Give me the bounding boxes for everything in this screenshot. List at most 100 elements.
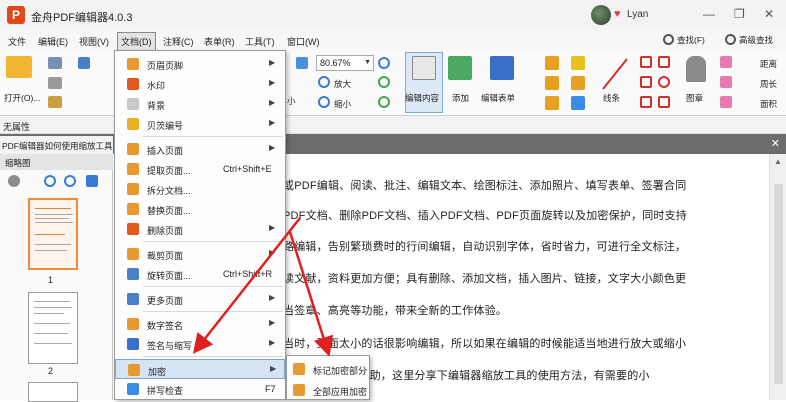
thumbnail-panel: 缩略图 1 2 bbox=[0, 154, 113, 402]
edit-content-icon bbox=[412, 56, 436, 80]
close-button[interactable]: ✕ bbox=[764, 7, 774, 21]
edit-form-label[interactable]: 编辑表单 bbox=[481, 92, 515, 104]
eraser-icon[interactable] bbox=[720, 56, 732, 68]
menu-item-split-document[interactable]: 拆分文档... bbox=[115, 179, 285, 199]
advanced-search-label[interactable]: 高级查找 bbox=[739, 34, 773, 46]
select-icon[interactable] bbox=[296, 57, 308, 69]
menu-item-extract-pages[interactable]: 提取页面... Ctrl+Shift+E bbox=[115, 159, 285, 179]
advanced-search-icon[interactable] bbox=[725, 34, 736, 45]
submenu-item-apply-all-encrypt[interactable]: 全部应用加密 bbox=[287, 380, 369, 400]
menu-item-delete-pages[interactable]: 删除页面 ▶ bbox=[115, 219, 285, 239]
find-label[interactable]: 查找(F) bbox=[677, 34, 705, 46]
rotate-right-icon[interactable] bbox=[378, 96, 390, 108]
zoom-in-icon[interactable] bbox=[318, 76, 330, 88]
search-icon[interactable] bbox=[663, 34, 674, 45]
thumbnail-page-3[interactable] bbox=[28, 382, 78, 402]
pencil-tool-icon[interactable] bbox=[640, 76, 652, 88]
line-label[interactable]: 线条 bbox=[603, 92, 620, 104]
ellipse-tool-icon[interactable] bbox=[658, 76, 670, 88]
cloud-tool-icon[interactable] bbox=[640, 96, 652, 108]
menu-item-bates-numbering[interactable]: 贝茨编号 ▶ bbox=[115, 114, 285, 134]
menu-item-digital-signature[interactable]: 数字签名 ▶ bbox=[115, 314, 285, 334]
window-title: 金舟PDF编辑器4.0.3 bbox=[31, 12, 133, 24]
zoom-in-label[interactable]: 放大 bbox=[334, 78, 351, 90]
menu-item-spell-check[interactable]: 拼写检查 F7 bbox=[115, 379, 285, 399]
document-tab[interactable]: PDF编辑器如何使用缩放工具.pdf bbox=[0, 136, 113, 154]
submenu-item-mark-encrypt[interactable]: 标记加密部分 bbox=[287, 359, 369, 379]
menu-item-crop-pages[interactable]: 裁剪页面 ▶ bbox=[115, 244, 285, 264]
thumbnail-page-1[interactable] bbox=[28, 198, 78, 270]
typewriter-icon[interactable] bbox=[545, 96, 559, 110]
menu-view[interactable]: 视图(V) bbox=[79, 35, 109, 48]
highlight-icon[interactable] bbox=[720, 76, 732, 88]
distance-label[interactable]: 距离 bbox=[760, 58, 777, 70]
area-label[interactable]: 面积 bbox=[760, 98, 777, 110]
menu-edit[interactable]: 编辑(E) bbox=[38, 35, 68, 48]
save-icon[interactable] bbox=[48, 57, 62, 69]
stamp-icon[interactable] bbox=[686, 56, 706, 82]
menu-item-background[interactable]: 背景 ▶ bbox=[115, 94, 285, 114]
line-tool-icon[interactable] bbox=[600, 56, 630, 92]
menu-item-encrypt[interactable]: 加密 ▶ bbox=[115, 359, 285, 379]
thumbnail-toolbar bbox=[0, 170, 113, 194]
menu-item-sign-initials[interactable]: 签名与缩写 ▶ bbox=[115, 334, 285, 354]
zoom-out-label[interactable]: 缩小 bbox=[334, 98, 351, 110]
thumbnail-header: 缩略图 bbox=[0, 154, 113, 170]
add-label[interactable]: 添加 bbox=[452, 92, 469, 104]
vertical-scrollbar[interactable]: ▲ bbox=[769, 154, 786, 400]
callout-tool-icon[interactable] bbox=[571, 76, 585, 90]
sign-initials-icon bbox=[127, 338, 139, 350]
open-folder-icon[interactable] bbox=[6, 56, 32, 78]
arrow-tool-icon[interactable] bbox=[640, 56, 652, 68]
strikeout-icon[interactable] bbox=[720, 96, 732, 108]
menu-item-more-pages[interactable]: 更多页面 ▶ bbox=[115, 289, 285, 309]
menu-separator bbox=[143, 241, 283, 242]
zoom-select[interactable]: 80.67% ▼ bbox=[316, 55, 374, 71]
menu-item-insert-page[interactable]: 插入页面 ▶ bbox=[115, 139, 285, 159]
rotate-left-icon[interactable] bbox=[378, 76, 390, 88]
text-tool-icon[interactable] bbox=[545, 56, 559, 70]
add-image-icon[interactable] bbox=[448, 56, 472, 80]
perimeter-label[interactable]: 周长 bbox=[760, 78, 777, 90]
open-button-label[interactable]: 打开(O)... bbox=[4, 92, 40, 104]
share-icon[interactable] bbox=[48, 96, 62, 108]
rotate-pages-icon bbox=[127, 268, 139, 280]
menu-form[interactable]: 表单(R) bbox=[204, 35, 235, 48]
menu-comment[interactable]: 注释(C) bbox=[163, 35, 194, 48]
polygon-tool-icon[interactable] bbox=[658, 96, 670, 108]
zoom-in-circle-icon[interactable] bbox=[378, 57, 390, 69]
user-name[interactable]: Lyan bbox=[627, 9, 648, 20]
thumbnail-page-2[interactable] bbox=[28, 292, 78, 364]
menu-item-watermark[interactable]: 水印 ▶ bbox=[115, 74, 285, 94]
thumb-rotate-icon[interactable] bbox=[86, 175, 98, 187]
thumb-zoom-out-icon[interactable] bbox=[64, 175, 76, 187]
avatar[interactable] bbox=[591, 5, 611, 25]
print-icon[interactable] bbox=[48, 77, 62, 89]
menu-separator bbox=[143, 311, 283, 312]
menu-file[interactable]: 文件 bbox=[8, 35, 26, 48]
comment-icon[interactable] bbox=[571, 56, 585, 70]
email-icon[interactable] bbox=[78, 57, 90, 69]
menu-item-header-footer[interactable]: 页眉页脚 ▶ bbox=[115, 54, 285, 74]
header-footer-icon bbox=[127, 58, 139, 70]
restore-button[interactable]: ❐ bbox=[734, 7, 745, 21]
rectangle-tool-icon[interactable] bbox=[658, 56, 670, 68]
zoom-out-icon[interactable] bbox=[318, 96, 330, 108]
scrollbar-thumb[interactable] bbox=[774, 184, 783, 384]
scroll-up-icon[interactable]: ▲ bbox=[774, 157, 782, 166]
menu-window[interactable]: 窗口(W) bbox=[287, 35, 320, 48]
edit-form-icon[interactable] bbox=[490, 56, 514, 80]
menu-document[interactable]: 文档(D) bbox=[117, 32, 156, 51]
menu-item-rotate-pages[interactable]: 旋转页面... Ctrl+Shift+R bbox=[115, 264, 285, 284]
background-icon bbox=[127, 98, 139, 110]
submenu-arrow-icon: ▶ bbox=[269, 223, 276, 232]
menu-tools[interactable]: 工具(T) bbox=[245, 35, 275, 48]
textbox-icon[interactable] bbox=[545, 76, 559, 90]
settings-icon[interactable] bbox=[8, 175, 20, 187]
link-icon[interactable] bbox=[571, 96, 585, 110]
stamp-label[interactable]: 图章 bbox=[686, 92, 703, 104]
thumb-zoom-in-icon[interactable] bbox=[44, 175, 56, 187]
minimize-button[interactable]: — bbox=[703, 7, 715, 21]
close-tab-icon[interactable]: ✕ bbox=[771, 137, 780, 150]
menu-item-replace-pages[interactable]: 替换页面... bbox=[115, 199, 285, 219]
